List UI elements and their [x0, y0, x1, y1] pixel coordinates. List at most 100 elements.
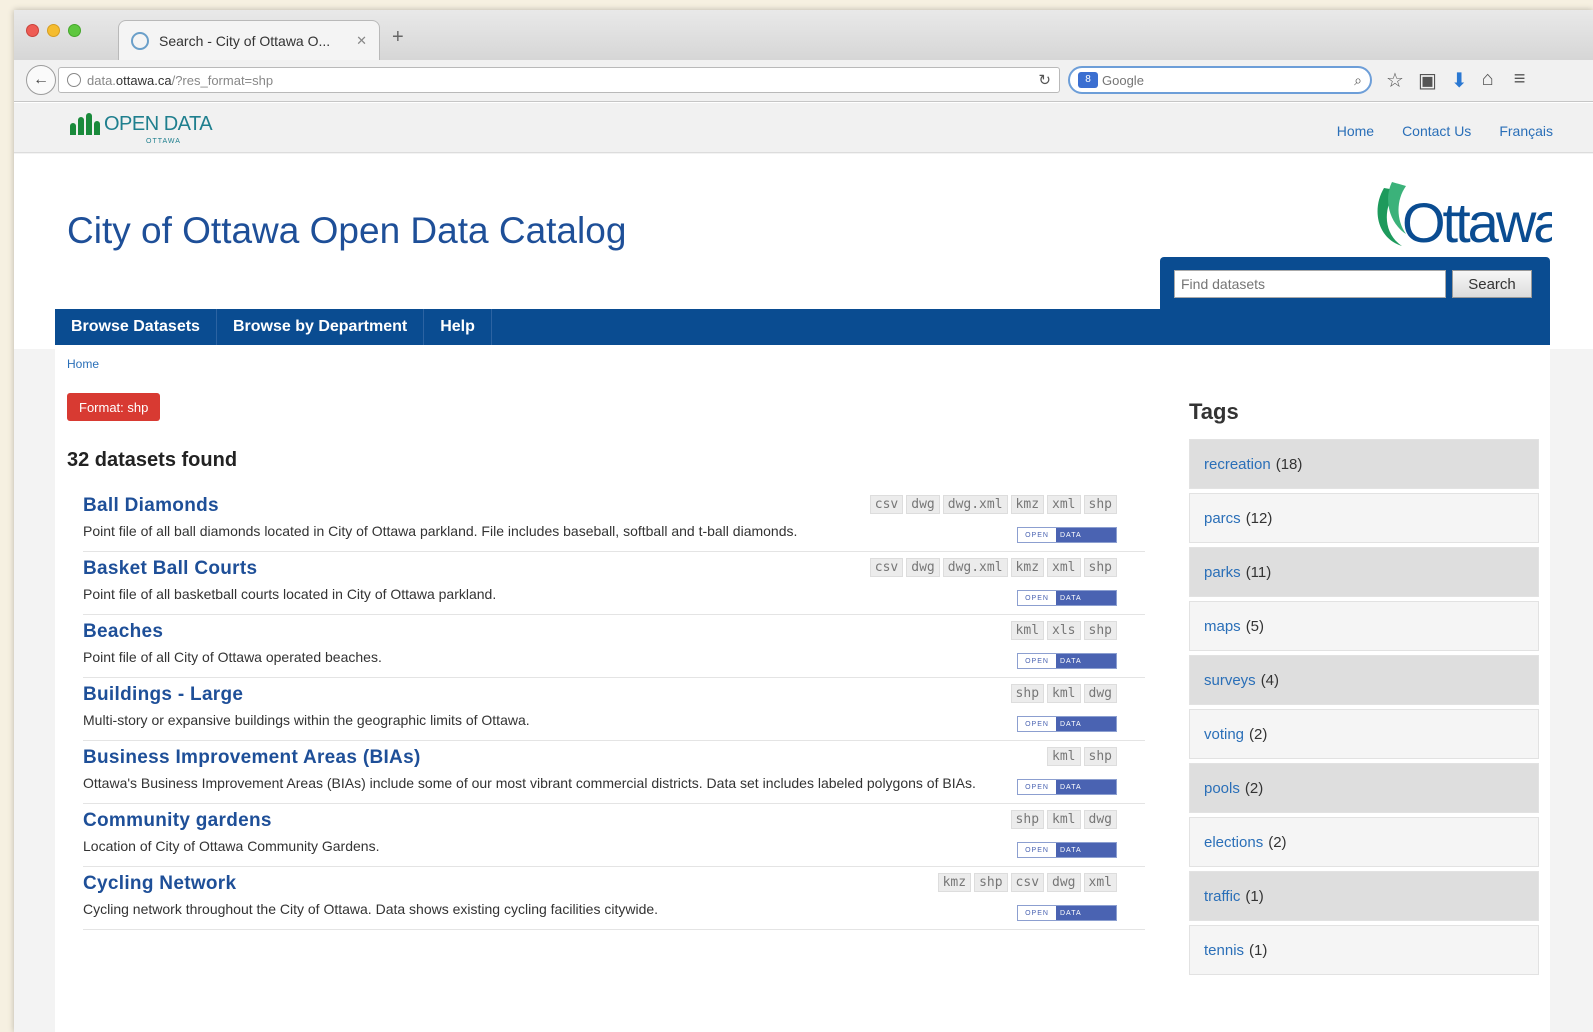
top-links: Home Contact Us Français: [1337, 123, 1553, 139]
dataset-search-input[interactable]: [1174, 270, 1446, 298]
format-chip[interactable]: kml: [1047, 684, 1081, 703]
format-chip[interactable]: shp: [1083, 747, 1117, 766]
tag-item[interactable]: parks (11): [1189, 547, 1539, 597]
format-chip[interactable]: kml: [1010, 621, 1045, 640]
tag-item[interactable]: maps (5): [1189, 601, 1539, 651]
open-data-badge-left: OPEN: [1018, 906, 1056, 920]
dataset-title-link[interactable]: Cycling Network: [83, 873, 236, 894]
magnifier-icon[interactable]: ⌕: [1354, 72, 1362, 89]
tags-sidebar: Tags recreation (18) parcs (12) parks (11) map…: [1189, 399, 1539, 979]
ottawa-logo[interactable]: Ottawa: [1362, 168, 1552, 252]
dataset-title-link[interactable]: Basket Ball Courts: [83, 558, 257, 579]
new-tab-icon[interactable]: +: [392, 26, 404, 49]
dataset-title-link[interactable]: Ball Diamonds: [83, 495, 219, 516]
star-icon[interactable]: ☆: [1386, 68, 1404, 93]
format-chip[interactable]: csv: [869, 495, 904, 514]
contact-us-link[interactable]: Contact Us: [1402, 123, 1471, 139]
tag-name[interactable]: pools: [1204, 780, 1240, 797]
format-chip[interactable]: shp: [1010, 810, 1045, 829]
home-icon[interactable]: ⌂: [1482, 68, 1494, 93]
clipboard-icon[interactable]: ▣: [1418, 68, 1437, 93]
format-chip[interactable]: dwg: [1083, 684, 1117, 703]
browser-tab[interactable]: Search - City of Ottawa O... ✕: [118, 20, 380, 60]
tag-name[interactable]: voting: [1204, 726, 1244, 743]
tag-name[interactable]: maps: [1204, 618, 1241, 635]
tag-item[interactable]: parcs (12): [1189, 493, 1539, 543]
ottawa-logo-text: Ottawa: [1402, 191, 1552, 252]
format-chip[interactable]: xml: [1083, 873, 1117, 892]
home-link[interactable]: Home: [1337, 123, 1374, 139]
web-page: OPEN DATA OTTAWA Home Contact Us Françai…: [14, 103, 1593, 1032]
minimize-window-button[interactable]: [47, 24, 60, 37]
format-chip[interactable]: shp: [1083, 558, 1117, 577]
tag-item[interactable]: pools (2): [1189, 763, 1539, 813]
dataset-title-link[interactable]: Community gardens: [83, 810, 272, 831]
open-data-badge-right: DATA: [1056, 843, 1116, 857]
francais-link[interactable]: Français: [1499, 123, 1553, 139]
dataset-description: Ottawa's Business Improvement Areas (BIA…: [83, 775, 976, 791]
format-chip[interactable]: kml: [1047, 810, 1081, 829]
format-chip[interactable]: shp: [1083, 495, 1117, 514]
tag-name[interactable]: surveys: [1204, 672, 1256, 689]
format-chip[interactable]: shp: [1010, 684, 1045, 703]
dataset-title-link[interactable]: Beaches: [83, 621, 163, 642]
dataset-title-link[interactable]: Business Improvement Areas (BIAs): [83, 747, 421, 768]
open-data-badge-left: OPEN: [1018, 591, 1056, 605]
back-arrow-icon[interactable]: ←: [26, 65, 56, 95]
format-chip[interactable]: csv: [869, 558, 904, 577]
tag-name[interactable]: parcs: [1204, 510, 1241, 527]
nav-browse-by-department[interactable]: Browse by Department: [217, 309, 425, 345]
tag-item[interactable]: recreation (18): [1189, 439, 1539, 489]
tag-item[interactable]: elections (2): [1189, 817, 1539, 867]
tags-heading: Tags: [1189, 399, 1239, 424]
tag-item[interactable]: voting (2): [1189, 709, 1539, 759]
format-chip[interactable]: shp: [974, 873, 1008, 892]
tag-name[interactable]: traffic: [1204, 888, 1240, 905]
tag-item[interactable]: traffic (1): [1189, 871, 1539, 921]
nav-help[interactable]: Help: [424, 309, 492, 345]
tag-name[interactable]: tennis: [1204, 942, 1244, 959]
tag-name[interactable]: parks: [1204, 564, 1241, 581]
page-title: City of Ottawa Open Data Catalog: [67, 210, 627, 251]
format-chip[interactable]: kmz: [1010, 495, 1045, 514]
format-chip[interactable]: dwg: [906, 558, 940, 577]
search-engine-icon[interactable]: 8: [1078, 72, 1098, 88]
address-bar[interactable]: data.ottawa.ca/?res_format=shp ↻: [58, 67, 1060, 93]
format-chip[interactable]: dwg: [1083, 810, 1117, 829]
format-chip[interactable]: kmz: [937, 873, 972, 892]
format-chip[interactable]: kmz: [1010, 558, 1045, 577]
format-chip[interactable]: csv: [1010, 873, 1045, 892]
tag-item[interactable]: tennis (1): [1189, 925, 1539, 975]
format-chip[interactable]: dwg: [906, 495, 940, 514]
format-chip[interactable]: xls: [1047, 621, 1081, 640]
open-data-badge-icon: OPEN DATA: [1017, 527, 1117, 543]
nav-browse-datasets[interactable]: Browse Datasets: [55, 309, 217, 345]
tag-count: (1): [1249, 941, 1268, 959]
dataset-description: Point file of all ball diamonds located …: [83, 523, 798, 539]
format-chip[interactable]: shp: [1083, 621, 1117, 640]
close-window-button[interactable]: [26, 24, 39, 37]
tag-name[interactable]: elections: [1204, 834, 1263, 851]
format-chip[interactable]: dwg: [1047, 873, 1081, 892]
browser-search-input[interactable]: [1102, 72, 1355, 88]
format-chip[interactable]: xml: [1047, 495, 1081, 514]
download-icon[interactable]: ⬇: [1451, 68, 1468, 93]
tab-close-icon[interactable]: ✕: [356, 33, 367, 49]
zoom-window-button[interactable]: [68, 24, 81, 37]
open-data-logo[interactable]: OPEN DATA OTTAWA: [70, 113, 213, 145]
format-chips: shp kml dwg: [1010, 684, 1117, 703]
tag-name[interactable]: recreation: [1204, 456, 1271, 473]
menu-icon[interactable]: ≡: [1514, 68, 1526, 93]
browser-search-bar[interactable]: 8 ⌕: [1068, 66, 1372, 94]
format-chip[interactable]: kml: [1047, 747, 1081, 766]
format-filter-badge[interactable]: Format: shp: [67, 393, 161, 421]
open-data-badge-right: DATA: [1056, 528, 1116, 542]
dataset-title-link[interactable]: Buildings - Large: [83, 684, 243, 705]
format-chip[interactable]: dwg.xml: [942, 495, 1008, 514]
format-chip[interactable]: dwg.xml: [942, 558, 1008, 577]
reload-icon[interactable]: ↻: [1038, 71, 1051, 89]
tag-item[interactable]: surveys (4): [1189, 655, 1539, 705]
search-button[interactable]: Search: [1452, 270, 1532, 298]
breadcrumb[interactable]: Home: [67, 357, 99, 371]
format-chip[interactable]: xml: [1047, 558, 1081, 577]
